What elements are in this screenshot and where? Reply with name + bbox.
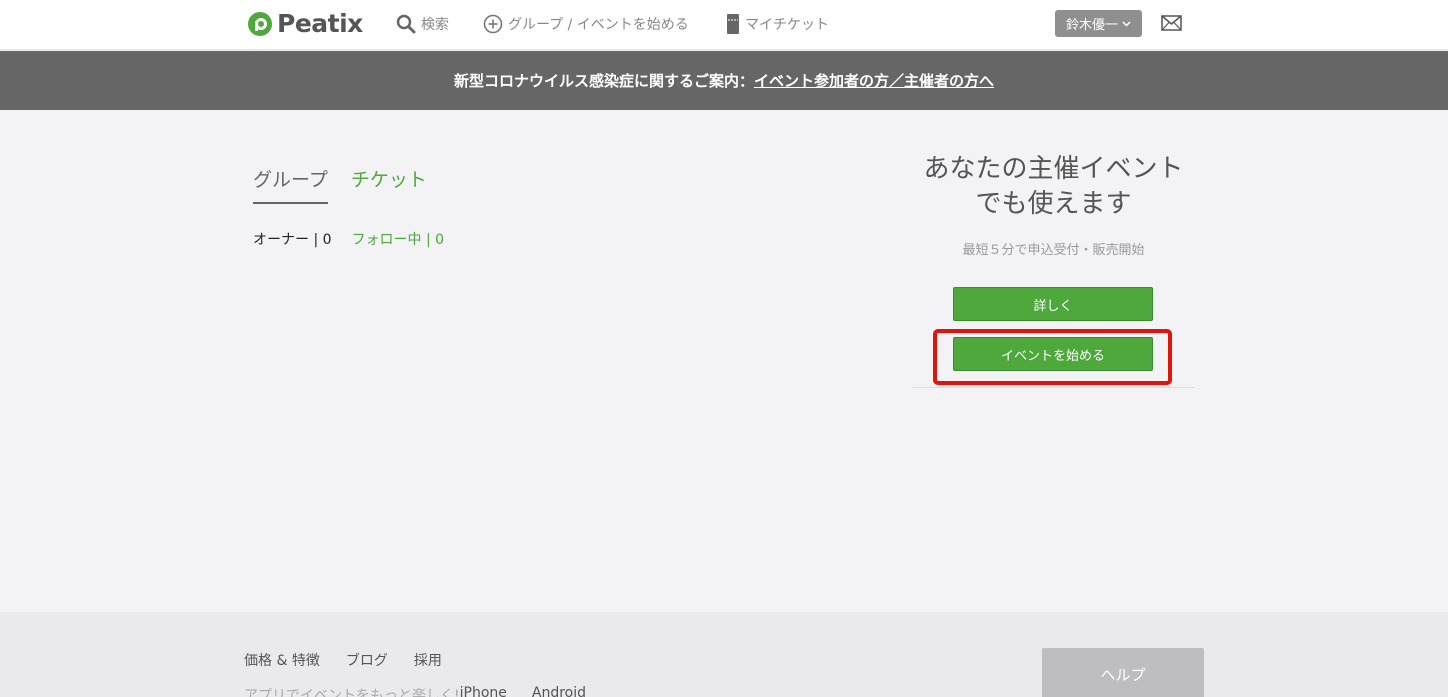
covid-notice-banner: 新型コロナウイルス感染症に関するご案内： イベント参加者の方／主催者の方へ [0,51,1448,110]
plus-circle-icon [483,14,503,34]
app-promo-text: アプリでイベントをもっと楽しく! [244,688,460,697]
user-menu-button[interactable]: 鈴木優一 [1055,10,1142,37]
tab-group[interactable]: グループ [253,165,328,204]
footer: 価格 & 特徴 ブログ 採用 アプリでイベントをもっと楽しく! iPhone A… [0,612,1448,697]
tab-ticket[interactable]: チケット [351,165,427,204]
chevron-down-icon [1122,20,1131,27]
banner-text: 新型コロナウイルス感染症に関するご案内： [453,72,754,90]
peatix-logo[interactable]: Peatix [248,9,363,38]
details-button[interactable]: 詳しく [953,287,1153,321]
logo-text: Peatix [277,9,363,38]
nav-start-label: グループ / イベントを始める [508,17,689,33]
user-name: 鈴木優一 [1065,18,1118,33]
search-icon [396,14,416,34]
top-header: Peatix 検索 グループ / イベントを始める マイチケット 鈴木優一 [0,0,1448,50]
mail-icon[interactable] [1161,15,1182,31]
nav-search[interactable]: 検索 [396,13,449,35]
promo-subtitle: 最短５分で申込受付・販売開始 [962,243,1145,258]
group-counts: オーナー | 0 フォロー中 | 0 [253,229,444,249]
owner-count: オーナー | 0 [253,232,332,248]
help-button[interactable]: ヘルプ [1042,648,1204,697]
organizer-promo: あなたの主催イベント でも使えます 最短５分で申込受付・販売開始 詳しく イベン… [912,150,1195,388]
footer-link-blog[interactable]: ブログ [346,650,388,670]
promo-title-line1: あなたの主催イベント [923,154,1184,184]
nav-search-label: 検索 [421,17,449,33]
footer-link-pricing[interactable]: 価格 & 特徴 [244,650,320,670]
android-link[interactable]: Android [532,685,586,697]
following-count[interactable]: フォロー中 | 0 [352,229,445,249]
nav-my-ticket-label: マイチケット [745,17,829,33]
iphone-link[interactable]: iPhone [460,685,507,697]
ticket-icon [727,14,739,34]
footer-link-careers[interactable]: 採用 [414,650,442,670]
footer-app-promo: アプリでイベントをもっと楽しく! iPhone Android [244,685,586,697]
nav-my-ticket[interactable]: マイチケット [726,13,829,35]
banner-link[interactable]: イベント参加者の方／主催者の方へ [754,70,994,91]
peatix-logo-icon [248,11,272,36]
footer-links: 価格 & 特徴 ブログ 採用 [244,650,442,670]
profile-tabs: グループ チケット [253,165,450,204]
promo-title-line2: でも使えます [975,189,1132,219]
promo-title: あなたの主催イベント でも使えます [912,152,1195,222]
start-event-button[interactable]: イベントを始める [953,337,1153,371]
nav-start-group-event[interactable]: グループ / イベントを始める [483,13,689,35]
